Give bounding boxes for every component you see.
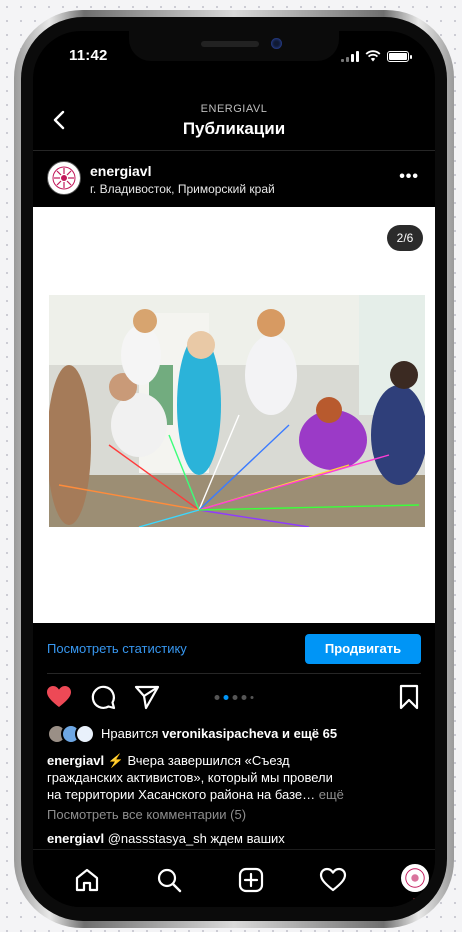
more-options-icon[interactable]: ••• <box>399 168 419 186</box>
carousel-dot <box>250 696 254 699</box>
caption-line-2: гражданских активистов», который мы пров… <box>47 770 333 785</box>
activity-dot <box>413 898 417 902</box>
profile-logo-icon <box>405 868 425 888</box>
post-actions <box>33 683 435 715</box>
notch <box>129 31 339 61</box>
comment-username[interactable]: energiavl <box>47 831 104 846</box>
bottom-tab-bar <box>33 849 435 907</box>
heart-icon[interactable] <box>319 866 347 894</box>
post-caption: energiavl ⚡ Вчера завершился «Съезд граж… <box>47 752 425 803</box>
app-screen: 11:42 ENERGIAVL Публикации energiavl г. … <box>33 31 435 907</box>
front-camera <box>271 38 282 49</box>
caption-line-3: на территории Хасанского района на базе… <box>47 787 316 802</box>
navigation-bar: ENERGIAVL Публикации <box>33 95 435 147</box>
caption-username[interactable]: energiavl <box>47 753 104 768</box>
likes-row[interactable]: Нравится veronikasipacheva и ещё 65 <box>47 724 421 746</box>
view-insights-link[interactable]: Посмотреть статистику <box>47 641 187 656</box>
home-icon[interactable] <box>73 866 101 894</box>
likes-text: Нравится veronikasipacheva и ещё 65 <box>101 726 337 741</box>
share-icon[interactable] <box>133 683 161 711</box>
post-username[interactable]: energiavl <box>90 163 151 179</box>
cellular-signal-icon <box>341 50 359 62</box>
comment-preview: energiavl @nassstasya_sh ждем ваших <box>47 831 425 847</box>
speaker-grille <box>201 41 259 47</box>
post-photo <box>49 295 425 527</box>
promotion-row: Посмотреть статистику Продвигать <box>33 623 435 673</box>
page-title: Публикации <box>182 119 286 138</box>
energy-logo-icon <box>52 166 76 190</box>
nav-divider <box>33 150 435 151</box>
post-header: energiavl г. Владивосток, Приморский кра… <box>33 158 435 202</box>
carousel-dot <box>241 695 247 700</box>
liker-avatar <box>75 724 95 744</box>
caption-line-1: ⚡ Вчера завершился «Съезд <box>107 753 290 768</box>
search-icon[interactable] <box>155 866 183 894</box>
promo-divider <box>47 673 421 674</box>
post-media[interactable]: 2/6 <box>33 207 435 623</box>
add-post-icon[interactable] <box>237 866 265 894</box>
bookmark-icon[interactable] <box>395 683 423 711</box>
carousel-counter: 2/6 <box>387 225 423 251</box>
status-icons <box>341 50 412 62</box>
account-name: ENERGIAVL <box>200 103 268 115</box>
carousel-dot-active <box>223 695 229 700</box>
post-location[interactable]: г. Владивосток, Приморский край <box>90 182 275 196</box>
heart-filled-icon[interactable] <box>45 683 73 711</box>
battery-icon <box>387 50 412 62</box>
post-avatar[interactable] <box>47 161 81 195</box>
liker-avatars <box>47 724 99 744</box>
carousel-dot <box>214 695 220 700</box>
caption-more-link[interactable]: ещё <box>319 787 344 802</box>
likes-and-more[interactable]: и ещё 65 <box>282 726 337 741</box>
profile-avatar[interactable] <box>401 864 429 892</box>
status-time: 11:42 <box>69 47 108 64</box>
carousel-dots <box>214 695 254 700</box>
carousel-dot <box>232 695 238 700</box>
likes-prefix: Нравится <box>101 726 159 741</box>
liker-username[interactable]: veronikasipacheva <box>162 726 278 741</box>
phone-bezel: 11:42 ENERGIAVL Публикации energiavl г. … <box>21 17 447 921</box>
comment-icon[interactable] <box>89 683 117 711</box>
wifi-icon <box>365 50 381 62</box>
photo-illustration <box>49 295 425 527</box>
phone-frame: 11:42 ENERGIAVL Публикации energiavl г. … <box>14 10 454 928</box>
comment-text: @nassstasya_sh ждем ваших <box>107 831 285 846</box>
promote-button[interactable]: Продвигать <box>305 634 421 664</box>
view-all-comments-link[interactable]: Посмотреть все комментарии (5) <box>47 807 246 822</box>
